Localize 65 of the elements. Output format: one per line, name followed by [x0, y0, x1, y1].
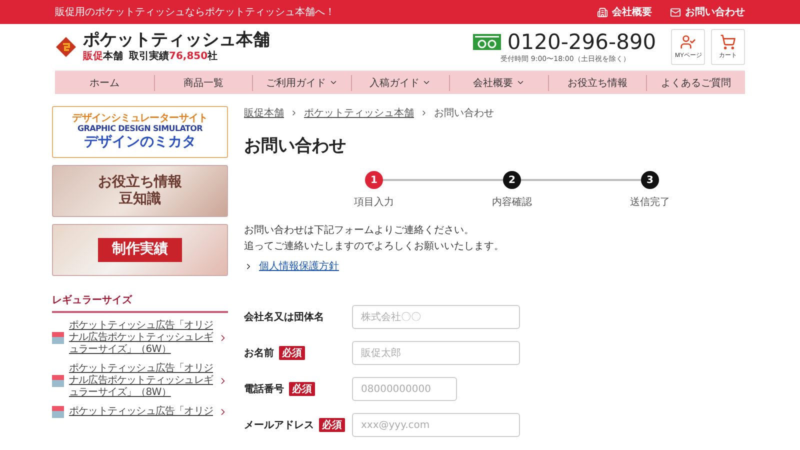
banner-text: 豆知識	[119, 192, 161, 207]
nav-item[interactable]: 商品一覧	[154, 74, 252, 90]
input-field[interactable]: xxx@yyy.com	[352, 413, 520, 437]
phone-number: 0120-296-890	[507, 30, 656, 54]
step-number: 1	[365, 171, 383, 189]
top-message: 販促用のポケットティッシュならポケットティッシュ本舗へ！	[55, 6, 335, 19]
banner-text: デザインシミュレーターサイト	[72, 113, 208, 124]
step-number: 2	[503, 171, 521, 189]
top-link[interactable]: 会社概要	[597, 5, 652, 19]
banner-text: デザインのミカタ	[84, 135, 196, 151]
chevron-down-icon	[516, 78, 526, 87]
page-title: お問い合わせ	[244, 135, 347, 157]
chevron-right-icon	[420, 109, 428, 117]
product-link[interactable]: ポケットティッシュ広告「オリジ	[69, 406, 213, 418]
site-title[interactable]: ポケットティッシュ本舗	[83, 30, 270, 50]
step-label: 内容確認	[492, 196, 532, 209]
breadcrumb-link[interactable]: 販促本舗	[244, 106, 284, 120]
breadcrumb-link[interactable]: ポケットティッシュ本舗	[304, 106, 414, 120]
banner[interactable]: 制作実績	[52, 224, 228, 276]
logo-icon	[55, 36, 77, 58]
nav-item[interactable]: 入稿ガイド	[350, 74, 450, 90]
mail-icon	[670, 6, 681, 18]
chevron-down-icon	[328, 78, 338, 87]
intro-text: お問い合わせは下記フォームよりご連絡ください。 追ってご連絡いたしますのでよろしくお願いいたします。	[244, 224, 505, 254]
banner-text: GRAPHIC DESIGN SIMULATOR	[77, 125, 203, 134]
field-label: 会社名又は団体名	[244, 310, 324, 324]
chevron-right-icon	[244, 262, 253, 270]
step-number: 3	[641, 171, 659, 189]
field-label: お名前	[244, 346, 274, 360]
product-thumbnail	[52, 406, 64, 418]
nav-item[interactable]: よくあるご質問	[646, 74, 745, 90]
input-field[interactable]: 販促太郎	[352, 341, 520, 365]
brand-name: 販促本舗	[83, 50, 123, 64]
free-dial-icon	[473, 34, 502, 50]
nav-item[interactable]: 会社概要	[449, 74, 548, 90]
banner-text: お役立ち情報	[98, 175, 182, 190]
input-field[interactable]: 08000000000	[352, 377, 457, 401]
required-badge: 必須	[289, 382, 315, 396]
product-thumbnail	[52, 332, 64, 344]
step-label: 項目入力	[354, 196, 394, 209]
building-icon	[597, 6, 608, 18]
chevron-down-icon	[422, 78, 432, 87]
top-link[interactable]: お問い合わせ	[670, 5, 745, 19]
step-label: 送信完了	[630, 196, 670, 209]
nav-item[interactable]: ホーム	[55, 74, 154, 90]
nav-item[interactable]: ご利用ガイド	[252, 74, 351, 90]
section-title: レギュラーサイズ	[52, 287, 228, 313]
input-field[interactable]: 株式会社〇〇	[352, 305, 520, 329]
privacy-link[interactable]: 個人情報保護方針	[259, 259, 339, 273]
banner[interactable]: お役立ち情報 豆知識	[52, 165, 228, 217]
trade-record: 取引実績76,850社	[129, 49, 218, 64]
cart-icon	[720, 34, 736, 50]
chevron-right-icon	[290, 109, 298, 117]
nav-item[interactable]: お役立ち情報	[548, 74, 646, 90]
required-badge: 必須	[279, 346, 305, 360]
field-label: 電話番号	[244, 382, 284, 396]
user-check-icon	[680, 34, 696, 50]
product-link[interactable]: ポケットティッシュ広告「オリジナル広告ポケットティッシュレギュラーサイズ」（8W）	[69, 363, 213, 399]
banner-text: 制作実績	[98, 238, 182, 262]
field-label: メールアドレス	[244, 419, 314, 432]
required-badge: 必須	[319, 418, 345, 432]
product-link[interactable]: ポケットティッシュ広告「オリジナル広告ポケットティッシュレギュラーサイズ」（6W）	[69, 320, 213, 356]
current-page-label: お問い合わせ	[434, 107, 494, 120]
product-thumbnail	[52, 375, 64, 387]
banner[interactable]: デザインシミュレーターサイト GRAPHIC DESIGN SIMULATOR デザインのミカタ	[52, 106, 228, 158]
